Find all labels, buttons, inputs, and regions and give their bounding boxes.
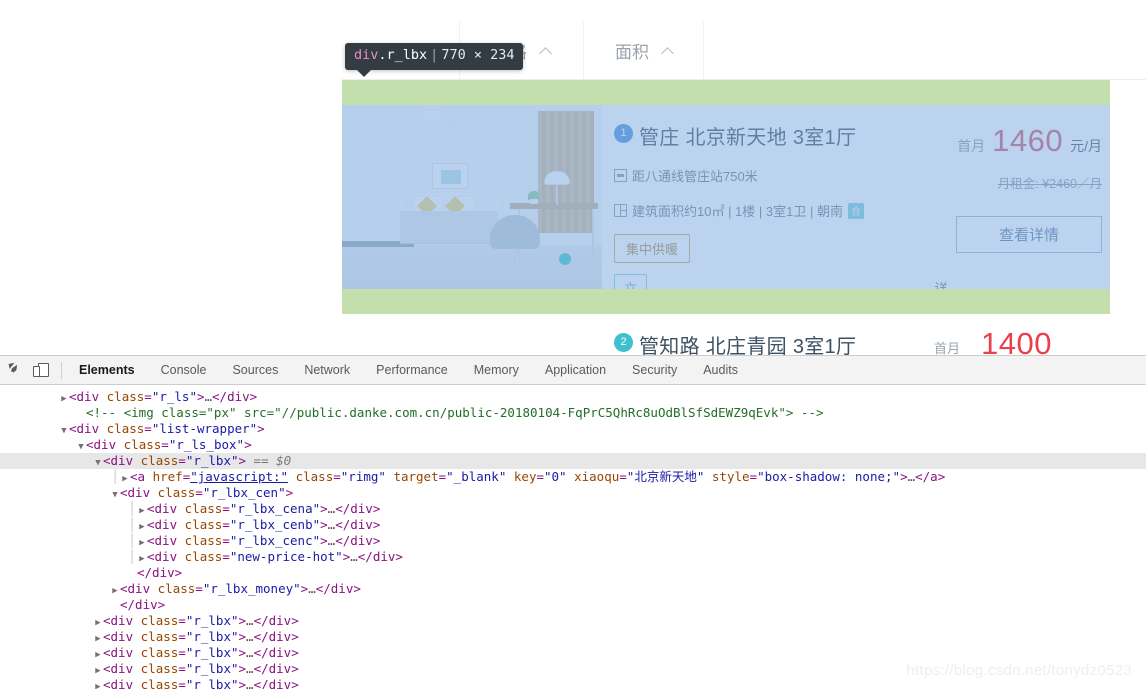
expand-triangle-icon[interactable] bbox=[93, 679, 103, 689]
price-value: 1460 bbox=[992, 123, 1064, 158]
inspector-badge-class: .r_lbx bbox=[378, 47, 428, 63]
promo-chip: 立减 bbox=[614, 274, 648, 289]
chevron-up-icon bbox=[539, 47, 552, 60]
dom-node-row[interactable]: <div class="r_ls">…</div> bbox=[0, 389, 1146, 405]
price-original: 月租金: ¥2460／月 bbox=[997, 177, 1102, 191]
dom-guide-line bbox=[127, 549, 137, 565]
dom-node-row[interactable]: <div class="r_lbx_money">…</div> bbox=[0, 581, 1146, 597]
dom-node-row[interactable]: <div class="r_lbx"> == $0 bbox=[0, 453, 1146, 469]
inspect-element-icon[interactable] bbox=[6, 362, 23, 379]
devtools-panel: Elements Console Sources Network Performance… bbox=[0, 355, 1146, 689]
listing2-index: 2 bbox=[620, 335, 627, 348]
photo-desk bbox=[510, 203, 598, 209]
inspector-badge-separator: | bbox=[430, 47, 439, 63]
chevron-up-icon bbox=[661, 47, 674, 60]
filter-tab-3[interactable] bbox=[704, 22, 1144, 80]
floorplan-icon bbox=[614, 204, 627, 217]
listing-title-row: 1 管庄 北京新天地 3室1厅 bbox=[614, 121, 914, 150]
listing2-title-row: 2 管知路 北庄青园 3室1厅 bbox=[614, 330, 856, 355]
dom-node-row[interactable]: <div class="r_lbx">…</div> bbox=[0, 613, 1146, 629]
inspector-badge-dimensions: 770 × 234 bbox=[441, 47, 515, 63]
listing-metro-row: 距八通线管庄站750米 bbox=[614, 166, 914, 185]
listing-card-body: 1 管庄 北京新天地 3室1厅 距八通线管庄站750米 建筑面积约10㎡ | 1… bbox=[342, 105, 1110, 289]
dom-tree[interactable]: <div class="r_ls">…</div><!-- <img class… bbox=[0, 385, 1146, 689]
highlight-margin-bottom bbox=[342, 289, 1110, 314]
dom-node-row[interactable]: <div class="r_lbx_cen"> bbox=[0, 485, 1146, 501]
photo-badge-dot bbox=[559, 253, 571, 265]
location-pin-icon: 2 bbox=[614, 332, 633, 356]
device-toolbar-icon-small bbox=[33, 365, 40, 377]
photo-desk-leg bbox=[592, 209, 594, 261]
filter-tab-area-label: 面积 bbox=[615, 43, 649, 62]
photo-wall-art-inner bbox=[441, 170, 461, 184]
devtools-tab-audits[interactable]: Audits bbox=[690, 356, 751, 385]
inspector-tooltip-badge: div.r_lbx | 770 × 234 bbox=[345, 43, 524, 76]
price-line: 首月 1460 元/月 bbox=[914, 123, 1102, 159]
listing-feature-tag: 集中供暖 bbox=[614, 234, 691, 263]
dom-guide-line bbox=[127, 517, 137, 533]
view-detail-button[interactable]: 查看详情 bbox=[956, 216, 1102, 253]
dom-node-row[interactable]: <div class="r_lbx_cenc">…</div> bbox=[0, 533, 1146, 549]
photo-plant-pot bbox=[530, 199, 538, 204]
devtools-tab-elements[interactable]: Elements bbox=[66, 356, 148, 385]
devtools-toolbar-icons bbox=[0, 362, 59, 379]
dom-node-row[interactable]: <div class="r_lbx_cena">…</div> bbox=[0, 501, 1146, 517]
devtools-tab-network[interactable]: Network bbox=[291, 356, 363, 385]
listing-index: 1 bbox=[620, 126, 627, 139]
dom-node-row[interactable]: <a href="javascript:" class="rimg" targe… bbox=[0, 469, 1146, 485]
dom-node-row[interactable]: <div class="r_ls_box"> bbox=[0, 437, 1146, 453]
listing-specs-text: 建筑面积约10㎡ | 1楼 | 3室1卫 | 朝南 bbox=[632, 204, 843, 219]
browser-viewport: 价格 面积 div.r_lbx|770 × 234 bbox=[0, 0, 1146, 355]
listing-card-2[interactable]: 2 管知路 北庄青园 3室1厅 首月 1400 bbox=[342, 318, 1110, 355]
dom-node-row[interactable]: <div class="r_lbx_cenb">…</div> bbox=[0, 517, 1146, 533]
price-prefix: 首月 bbox=[957, 138, 986, 154]
dom-node-row[interactable]: <div class="new-price-hot">…</div> bbox=[0, 549, 1146, 565]
shared-room-badge: 合 bbox=[847, 202, 864, 219]
dom-guide-line bbox=[127, 533, 137, 549]
listing-specs-row: 建筑面积约10㎡ | 1楼 | 3室1卫 | 朝南 合 bbox=[614, 201, 914, 220]
location-pin-icon: 1 bbox=[614, 123, 633, 148]
price-unit: 元/月 bbox=[1070, 138, 1102, 154]
devtools-toolbar: Elements Console Sources Network Performance… bbox=[0, 356, 1146, 385]
listing-metro-text: 距八通线管庄站750米 bbox=[632, 169, 758, 184]
devtools-tab-sources[interactable]: Sources bbox=[219, 356, 291, 385]
dom-guide-line bbox=[110, 469, 120, 485]
dom-guide-line bbox=[127, 501, 137, 517]
inspector-badge-tag: div bbox=[354, 47, 379, 63]
dom-node-row[interactable]: <!-- <img class="px" src="//public.danke… bbox=[0, 405, 1146, 421]
toolbar-divider bbox=[61, 361, 62, 379]
promo-text: 首月租金立减1000元！ 额外最高返现1000元！ bbox=[656, 288, 925, 290]
photo-wall-art bbox=[432, 163, 468, 189]
photo-chair-leg bbox=[514, 247, 516, 271]
photo-floor bbox=[342, 245, 602, 289]
dom-node-row[interactable]: <div class="r_lbx">…</div> bbox=[0, 629, 1146, 645]
devtools-tab-memory[interactable]: Memory bbox=[461, 356, 532, 385]
device-toolbar-icon[interactable] bbox=[33, 362, 50, 378]
listing2-title[interactable]: 管知路 北庄青园 3室1厅 bbox=[639, 330, 856, 355]
photo-lamp-shade bbox=[544, 171, 570, 185]
listing-photo[interactable] bbox=[342, 105, 602, 289]
metro-icon bbox=[614, 169, 627, 182]
listing2-price-value: 1400 bbox=[981, 326, 1052, 355]
highlight-margin-top bbox=[342, 80, 1110, 105]
listing2-price-prefix: 首月 bbox=[933, 341, 960, 355]
devtools-tab-console[interactable]: Console bbox=[148, 356, 220, 385]
photo-wood-panel bbox=[538, 111, 594, 233]
dom-node-row[interactable]: </div> bbox=[0, 565, 1146, 581]
dom-node-row[interactable]: </div> bbox=[0, 597, 1146, 613]
devtools-tabs: Elements Console Sources Network Performance… bbox=[66, 356, 751, 385]
filter-tab-area[interactable]: 面积 bbox=[584, 21, 704, 80]
listing-price-column: 首月 1460 元/月 月租金: ¥2460／月 查看详情 bbox=[914, 105, 1110, 289]
dom-node-row[interactable]: <div class="r_lbx">…</div> bbox=[0, 645, 1146, 661]
listing-title[interactable]: 管庄 北京新天地 3室1厅 bbox=[639, 121, 856, 150]
watermark: https://blog.csdn.net/tonydz0523 bbox=[906, 662, 1132, 679]
devtools-tab-application[interactable]: Application bbox=[532, 356, 619, 385]
listing-promo-row: 立减 首月租金立减1000元！ 额外最高返现1000元！ 详情 ❯ bbox=[614, 274, 947, 289]
highlighted-listing-card[interactable]: 1 管庄 北京新天地 3室1厅 距八通线管庄站750米 建筑面积约10㎡ | 1… bbox=[342, 80, 1110, 314]
dom-node-row[interactable]: <div class="list-wrapper"> bbox=[0, 421, 1146, 437]
photo-bed bbox=[400, 211, 498, 243]
devtools-tab-security[interactable]: Security bbox=[619, 356, 690, 385]
devtools-tab-performance[interactable]: Performance bbox=[363, 356, 461, 385]
listing-info: 1 管庄 北京新天地 3室1厅 距八通线管庄站750米 建筑面积约10㎡ | 1… bbox=[614, 105, 947, 289]
